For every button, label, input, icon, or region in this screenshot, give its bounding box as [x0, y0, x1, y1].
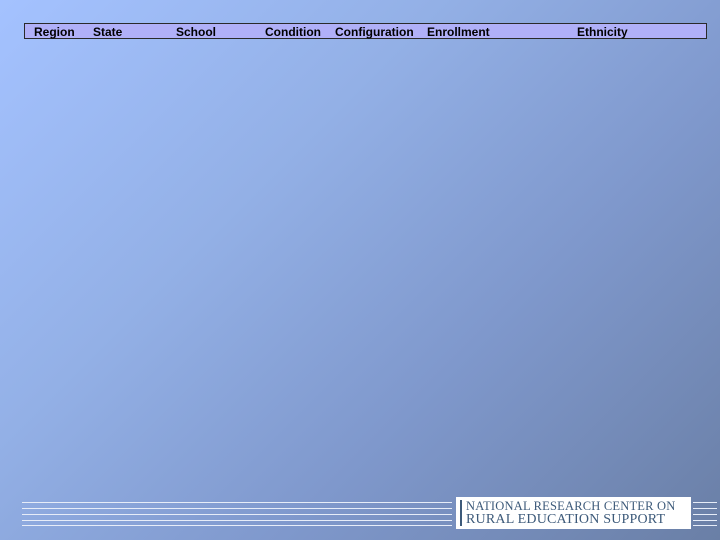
table-header-row: Region State School Condition Configurat…	[24, 23, 707, 39]
column-header-school: School	[176, 25, 217, 39]
footer-rule	[693, 508, 717, 509]
footer-rule	[693, 502, 717, 503]
column-header-region: Region	[34, 25, 75, 39]
footer-rule	[693, 514, 717, 515]
footer-rule	[693, 520, 717, 521]
footer-rule-lines-right	[693, 502, 717, 526]
footer-rule	[22, 502, 452, 503]
logo-bar	[460, 500, 462, 526]
slide-background: Region State School Condition Configurat…	[0, 0, 720, 540]
footer-rule	[693, 525, 717, 526]
footer-rule	[22, 508, 452, 509]
column-header-ethnicity: Ethnicity	[577, 25, 628, 39]
column-header-configuration: Configuration	[335, 25, 414, 39]
logo-line-2: RURAL EDUCATION SUPPORT	[466, 512, 666, 527]
column-header-enrollment: Enrollment	[427, 25, 490, 39]
footer-rule	[22, 514, 452, 515]
column-header-state: State	[93, 25, 123, 39]
footer-rule	[22, 525, 452, 526]
footer-rule	[22, 520, 452, 521]
nrcres-logo: NATIONAL RESEARCH CENTER ON RURAL EDUCAT…	[456, 497, 691, 529]
footer-rule-lines	[22, 502, 452, 526]
column-header-condition: Condition	[265, 25, 321, 39]
